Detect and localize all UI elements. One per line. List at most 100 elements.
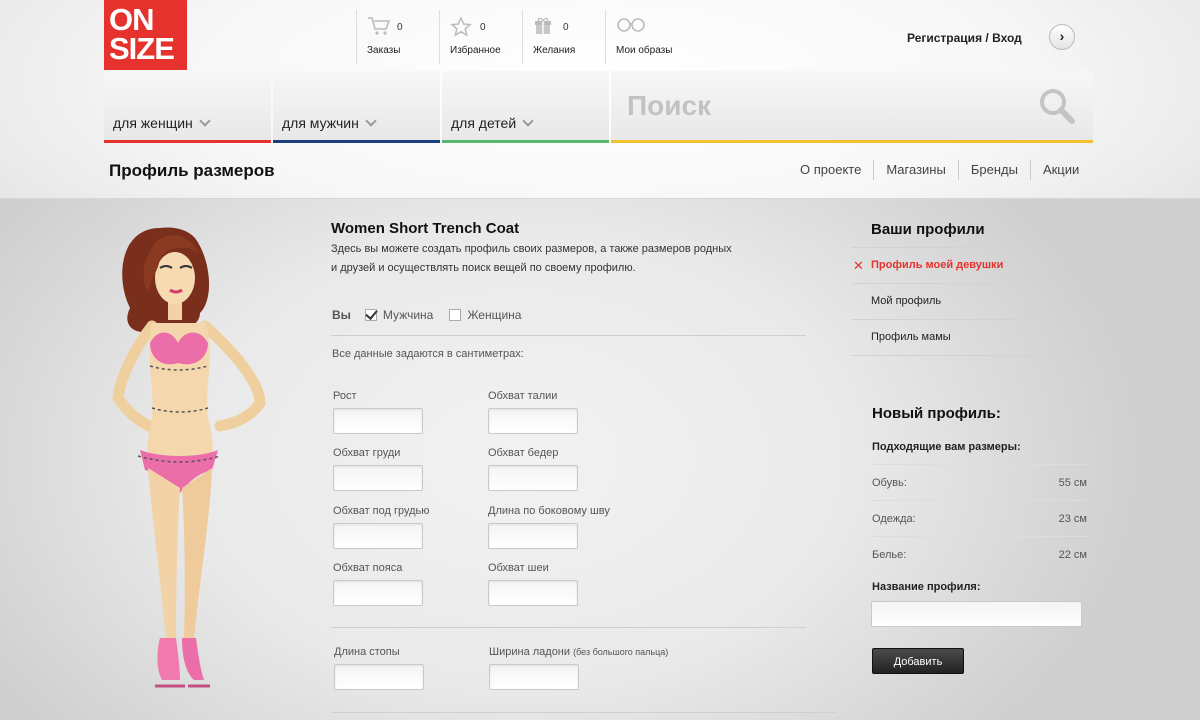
field-hips: Обхват бедер: [488, 447, 578, 491]
field-neck: Обхват шеи: [488, 562, 578, 606]
field-side-seam: Длина по боковому шву: [488, 505, 610, 549]
sizes-title: Подходящие вам размеры:: [872, 441, 1021, 453]
chest-input[interactable]: [333, 465, 423, 491]
logo[interactable]: ON SIZE: [104, 0, 187, 70]
field-foot-length: Длина стопы: [334, 646, 424, 690]
height-input[interactable]: [333, 408, 423, 434]
checkbox-male[interactable]: [364, 309, 377, 321]
profile-item[interactable]: Профиль мамы: [852, 319, 1111, 356]
neck-input[interactable]: [488, 580, 578, 606]
category-kids-label: для детей: [451, 115, 532, 131]
gender-female-option[interactable]: Женщина: [449, 308, 521, 322]
user-nav: 0 Заказы 0 Избранное 0 Желания Мои образ…: [356, 10, 688, 64]
size-label: Обувь:: [872, 477, 907, 489]
gender-male-label: Мужчина: [382, 308, 434, 322]
search-icon[interactable]: [1039, 88, 1075, 124]
side-seam-input[interactable]: [488, 523, 578, 549]
profile-item[interactable]: Мой профиль: [852, 283, 1111, 319]
nav-looks[interactable]: Мои образы: [605, 10, 688, 64]
waist-input[interactable]: [488, 408, 578, 434]
divider: [331, 627, 806, 628]
link-about[interactable]: О проекте: [788, 160, 873, 180]
logo-line-2: SIZE: [109, 31, 175, 66]
secondary-nav: О проекте Магазины Бренды Акции: [788, 160, 1091, 180]
close-icon[interactable]: ✕: [853, 248, 864, 283]
field-label: Длина по боковому шву: [488, 505, 610, 517]
field-palm-width: Ширина ладони (без большого пальца): [489, 646, 668, 690]
nav-favorites[interactable]: 0 Избранное: [439, 10, 522, 64]
category-women[interactable]: для женщин: [104, 71, 271, 143]
auth-link[interactable]: Регистрация / Вход: [907, 31, 1022, 45]
profile-name-label: Название профиля:: [872, 581, 981, 593]
field-label: Обхват талии: [488, 390, 558, 402]
nav-orders[interactable]: 0 Заказы: [356, 10, 439, 64]
palm-width-input[interactable]: [489, 664, 579, 690]
category-nav: для женщин для мужчин для детей: [104, 71, 611, 143]
size-value: 23 см: [1058, 513, 1087, 525]
field-label: Рост: [333, 390, 357, 402]
category-men[interactable]: для мужчин: [273, 71, 440, 143]
foot-length-input[interactable]: [334, 664, 424, 690]
nav-wishes[interactable]: 0 Желания: [522, 10, 605, 64]
palm-width-note: (без большого пальца): [573, 647, 669, 657]
field-label: Длина стопы: [334, 646, 400, 658]
link-brands[interactable]: Бренды: [957, 160, 1030, 180]
profile-name-input[interactable]: [871, 601, 1082, 627]
gender-selector: Вы Мужчина Женщина: [332, 308, 537, 322]
model-figure: [112, 227, 266, 688]
field-chest: Обхват груди: [333, 447, 423, 491]
category-men-label: для мужчин: [282, 115, 375, 131]
gift-icon: [535, 17, 551, 34]
checkbox-female[interactable]: [449, 309, 462, 321]
form-description: Здесь вы можете создать профиль своих ра…: [331, 240, 791, 278]
belt-input[interactable]: [333, 580, 423, 606]
gender-male-option[interactable]: Мужчина: [364, 308, 434, 322]
wishes-count: 0: [563, 22, 569, 33]
size-label: Белье:: [872, 549, 907, 561]
search-input[interactable]: [625, 87, 1029, 125]
hips-input[interactable]: [488, 465, 578, 491]
size-row: Белье: 22 см: [872, 536, 1087, 572]
underbust-input[interactable]: [333, 523, 423, 549]
units-note: Все данные задаются в сантиметрах:: [332, 348, 524, 360]
orders-label: Заказы: [367, 45, 401, 56]
description-line-1: Здесь вы можете создать профиль своих ра…: [331, 243, 732, 255]
category-women-label: для женщин: [113, 115, 209, 131]
description-line-2: и друзей и осуществлять поиск вещей по с…: [331, 262, 636, 274]
profiles-list: ✕ Профиль моей девушки Мой профиль Профи…: [852, 247, 1112, 356]
star-icon: [450, 16, 472, 37]
size-row: Обувь: 55 см: [872, 464, 1087, 500]
profiles-title: Ваши профили: [871, 221, 985, 238]
link-promos[interactable]: Акции: [1029, 160, 1091, 180]
page-title: Профиль размеров: [109, 161, 275, 180]
product-title: Women Short Trench Coat: [331, 220, 520, 237]
chevron-right-icon[interactable]: ›: [1049, 24, 1075, 50]
field-label: Обхват бедер: [488, 447, 559, 459]
orders-count: 0: [397, 22, 403, 33]
cart-icon: [368, 17, 391, 35]
new-profile-title: Новый профиль:: [872, 405, 1001, 422]
palm-width-label: Ширина ладони: [489, 646, 571, 658]
profile-item[interactable]: ✕ Профиль моей девушки: [852, 247, 1111, 283]
field-label: Обхват под грудью: [333, 505, 430, 517]
site-header: ON SIZE 0 Заказы 0 Избранное 0 Желания М…: [0, 0, 1200, 199]
field-label: Обхват пояса: [333, 562, 403, 574]
divider: [331, 712, 836, 713]
divider: [331, 335, 806, 336]
favorites-label: Избранное: [450, 45, 501, 56]
sizes-list: Обувь: 55 см Одежда: 23 см Белье: 22 см: [872, 464, 1087, 572]
link-shops[interactable]: Магазины: [873, 160, 958, 180]
profile-label: Мой профиль: [871, 295, 942, 307]
size-value: 55 см: [1058, 477, 1087, 489]
profile-label: Профиль мамы: [871, 331, 951, 343]
field-underbust: Обхват под грудью: [333, 505, 430, 549]
field-label: Обхват груди: [333, 447, 401, 459]
field-belt: Обхват пояса: [333, 562, 423, 606]
add-profile-button[interactable]: Добавить: [872, 648, 964, 674]
field-height: Рост: [333, 390, 423, 434]
category-kids[interactable]: для детей: [442, 71, 609, 143]
search-box: [611, 71, 1093, 143]
gender-label: Вы: [332, 308, 351, 322]
field-waist: Обхват талии: [488, 390, 578, 434]
looks-label: Мои образы: [616, 45, 673, 56]
